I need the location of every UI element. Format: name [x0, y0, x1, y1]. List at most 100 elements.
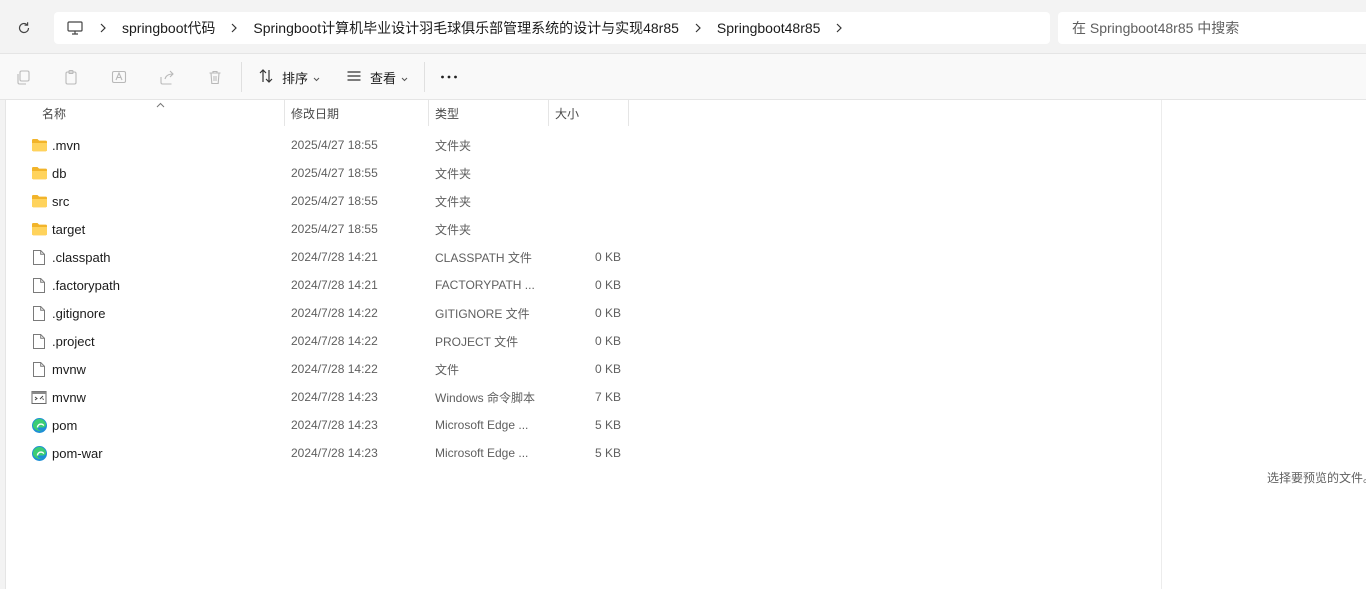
file-size: 7 KB [594, 390, 621, 404]
sort-icon [258, 68, 274, 87]
file-row[interactable]: mvnw 2024/7/28 14:22 文件 0 KB [22, 355, 628, 383]
file-name-cell: .classpath [30, 243, 111, 271]
file-size [548, 187, 621, 215]
delete-icon[interactable] [203, 65, 227, 89]
file-type: Microsoft Edge ... [435, 418, 529, 432]
toolbar-divider [424, 62, 425, 92]
column-type[interactable]: 类型 [429, 100, 549, 126]
file-icon [30, 304, 48, 322]
file-name-cell: .project [30, 327, 95, 355]
file-size: 0 KB [594, 334, 621, 348]
file-row[interactable]: target 2025/4/27 18:55 文件夹 [22, 215, 628, 243]
file-size: 0 KB [594, 250, 621, 264]
file-date: 2024/7/28 14:22 [291, 334, 378, 348]
file-row[interactable]: .factorypath 2024/7/28 14:21 FACTORYPATH .… [22, 271, 628, 299]
file-date: 2024/7/28 14:22 [291, 362, 378, 376]
file-name: .mvn [52, 137, 81, 153]
sort-button[interactable]: 排序 [258, 66, 320, 88]
edge-icon [30, 444, 48, 462]
file-type: 文件夹 [435, 222, 472, 237]
more-options-icon[interactable] [438, 66, 460, 88]
file-name: db [52, 165, 67, 181]
file-type: 文件夹 [435, 166, 472, 181]
preview-divider [1161, 100, 1162, 589]
file-type: 文件 [435, 362, 460, 377]
chevron-right-icon[interactable] [829, 23, 849, 33]
file-row[interactable]: src 2025/4/27 18:55 文件夹 [22, 187, 628, 215]
file-name: target [52, 221, 86, 237]
chevron-right-icon[interactable] [93, 23, 113, 33]
file-type: 文件夹 [435, 194, 472, 209]
file-date: 2024/7/28 14:21 [291, 278, 378, 292]
toolbar-divider [241, 62, 242, 92]
file-row[interactable]: .project 2024/7/28 14:22 PROJECT 文件 0 KB [22, 327, 628, 355]
breadcrumb[interactable]: springboot代码 Springboot计算机毕业设计羽毛球俱乐部管理系统… [54, 12, 1050, 44]
file-name-cell: db [30, 159, 66, 187]
file-name: .classpath [52, 249, 111, 265]
file-icon [30, 360, 48, 378]
chevron-right-icon[interactable] [688, 23, 708, 33]
file-row[interactable]: .classpath 2024/7/28 14:21 CLASSPATH 文件 0 K… [22, 243, 628, 271]
file-name-cell: .mvn [30, 131, 80, 159]
breadcrumb-item[interactable]: Springboot48r85 [717, 20, 821, 36]
file-size: 0 KB [594, 278, 621, 292]
file-row[interactable]: .mvn 2025/4/27 18:55 文件夹 [22, 131, 628, 159]
file-row[interactable]: mvnw 2024/7/28 14:23 Windows 命令脚本 7 KB [22, 383, 628, 411]
file-date: 2024/7/28 14:21 [291, 250, 378, 264]
view-label: 查看 [370, 70, 397, 86]
file-size [548, 215, 621, 243]
file-name-cell: mvnw [30, 383, 86, 411]
file-name-cell: pom [30, 411, 77, 439]
file-date: 2024/7/28 14:23 [291, 390, 378, 404]
file-row[interactable]: .gitignore 2024/7/28 14:22 GITIGNORE 文件 0 K… [22, 299, 628, 327]
file-row[interactable]: pom-war 2024/7/28 14:23 Microsoft Edge ...… [22, 439, 628, 467]
file-name: mvnw [52, 361, 86, 377]
share-icon[interactable] [155, 65, 179, 89]
file-date: 2025/4/27 18:55 [291, 166, 378, 180]
copy-icon[interactable] [11, 65, 35, 89]
file-name-cell: mvnw [30, 355, 86, 383]
folder-icon [30, 136, 48, 154]
file-type: CLASSPATH 文件 [435, 250, 532, 265]
preview-empty-text: 选择要预览的文件。 [1267, 471, 1366, 485]
folder-icon [30, 220, 48, 238]
file-size [548, 159, 621, 187]
file-type: Microsoft Edge ... [435, 446, 529, 460]
script-icon [30, 388, 48, 406]
chevron-right-icon[interactable] [224, 23, 244, 33]
file-name: pom [52, 417, 78, 433]
chevron-down-icon [313, 70, 320, 85]
file-name-cell: target [30, 215, 85, 243]
column-name[interactable]: 名称 [36, 100, 285, 126]
file-icon [30, 248, 48, 266]
refresh-icon[interactable] [10, 14, 38, 42]
computer-icon[interactable] [66, 19, 84, 37]
column-date[interactable]: 修改日期 [285, 100, 429, 126]
search-input[interactable]: 在 Springboot48r85 中搜索 [1058, 12, 1366, 44]
file-date: 2025/4/27 18:55 [291, 194, 378, 208]
view-button[interactable]: 查看 [346, 66, 408, 88]
file-name: pom-war [52, 445, 103, 461]
view-icon [346, 68, 362, 87]
file-date: 2024/7/28 14:23 [291, 446, 378, 460]
file-row[interactable]: pom 2024/7/28 14:23 Microsoft Edge ... 5 KB [22, 411, 628, 439]
paste-icon[interactable] [59, 65, 83, 89]
rename-icon[interactable] [107, 65, 131, 89]
file-row[interactable]: db 2025/4/27 18:55 文件夹 [22, 159, 628, 187]
file-name-cell: src [30, 187, 69, 215]
file-name-cell: .gitignore [30, 299, 105, 327]
chevron-down-icon [401, 70, 408, 85]
file-type: PROJECT 文件 [435, 334, 519, 349]
file-type: FACTORYPATH ... [435, 278, 535, 292]
breadcrumb-item[interactable]: springboot代码 [122, 18, 215, 38]
file-size: 0 KB [594, 306, 621, 320]
file-date: 2024/7/28 14:23 [291, 418, 378, 432]
breadcrumb-item[interactable]: Springboot计算机毕业设计羽毛球俱乐部管理系统的设计与实现48r85 [253, 18, 679, 38]
file-name: .gitignore [52, 305, 106, 321]
column-header: 名称 修改日期 类型 大小 [0, 100, 630, 126]
command-bar: 排序 查看 [0, 54, 1366, 100]
address-row: springboot代码 Springboot计算机毕业设计羽毛球俱乐部管理系统… [0, 0, 1366, 54]
file-size: 5 KB [594, 418, 621, 432]
column-size[interactable]: 大小 [549, 100, 629, 126]
nav-pane-edge [0, 100, 6, 589]
